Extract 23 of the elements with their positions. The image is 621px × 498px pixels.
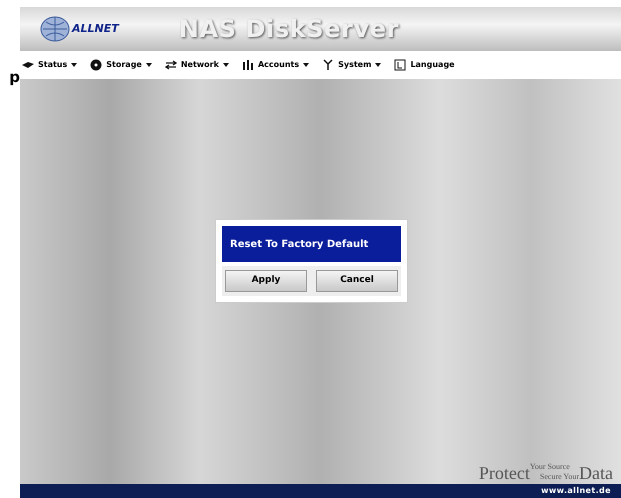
tagline-text: Your Source	[530, 463, 571, 471]
globe-logo-icon	[40, 14, 70, 44]
menu-item[interactable]: Storage	[90, 59, 152, 71]
dialog-button[interactable]: Cancel	[316, 270, 398, 292]
tagline-text: Secure Your	[540, 473, 580, 481]
menu-item[interactable]: System	[322, 59, 382, 71]
disc-icon	[90, 59, 102, 71]
tagline-text: Protect	[478, 464, 530, 482]
bar-chart-icon	[242, 59, 254, 71]
banner-title: NAS DiskServer	[178, 14, 400, 45]
cut-off-text: p	[9, 70, 20, 88]
brand-logo: ALLNET	[72, 20, 119, 37]
dialog-button[interactable]: Apply	[225, 270, 307, 292]
menu-item[interactable]: Network	[164, 59, 229, 71]
wrench-icon	[322, 59, 334, 71]
dialog-title: Reset To Factory Default	[230, 238, 368, 252]
tagline-text: Data	[579, 464, 613, 482]
menu-item[interactable]: Language	[394, 59, 455, 71]
menu-item[interactable]: Status	[22, 59, 78, 71]
arrows-icon	[164, 59, 177, 71]
letter-icon	[394, 59, 406, 71]
footer-url: www.allnet.de	[541, 485, 611, 497]
menu-item[interactable]: Accounts	[242, 59, 310, 71]
